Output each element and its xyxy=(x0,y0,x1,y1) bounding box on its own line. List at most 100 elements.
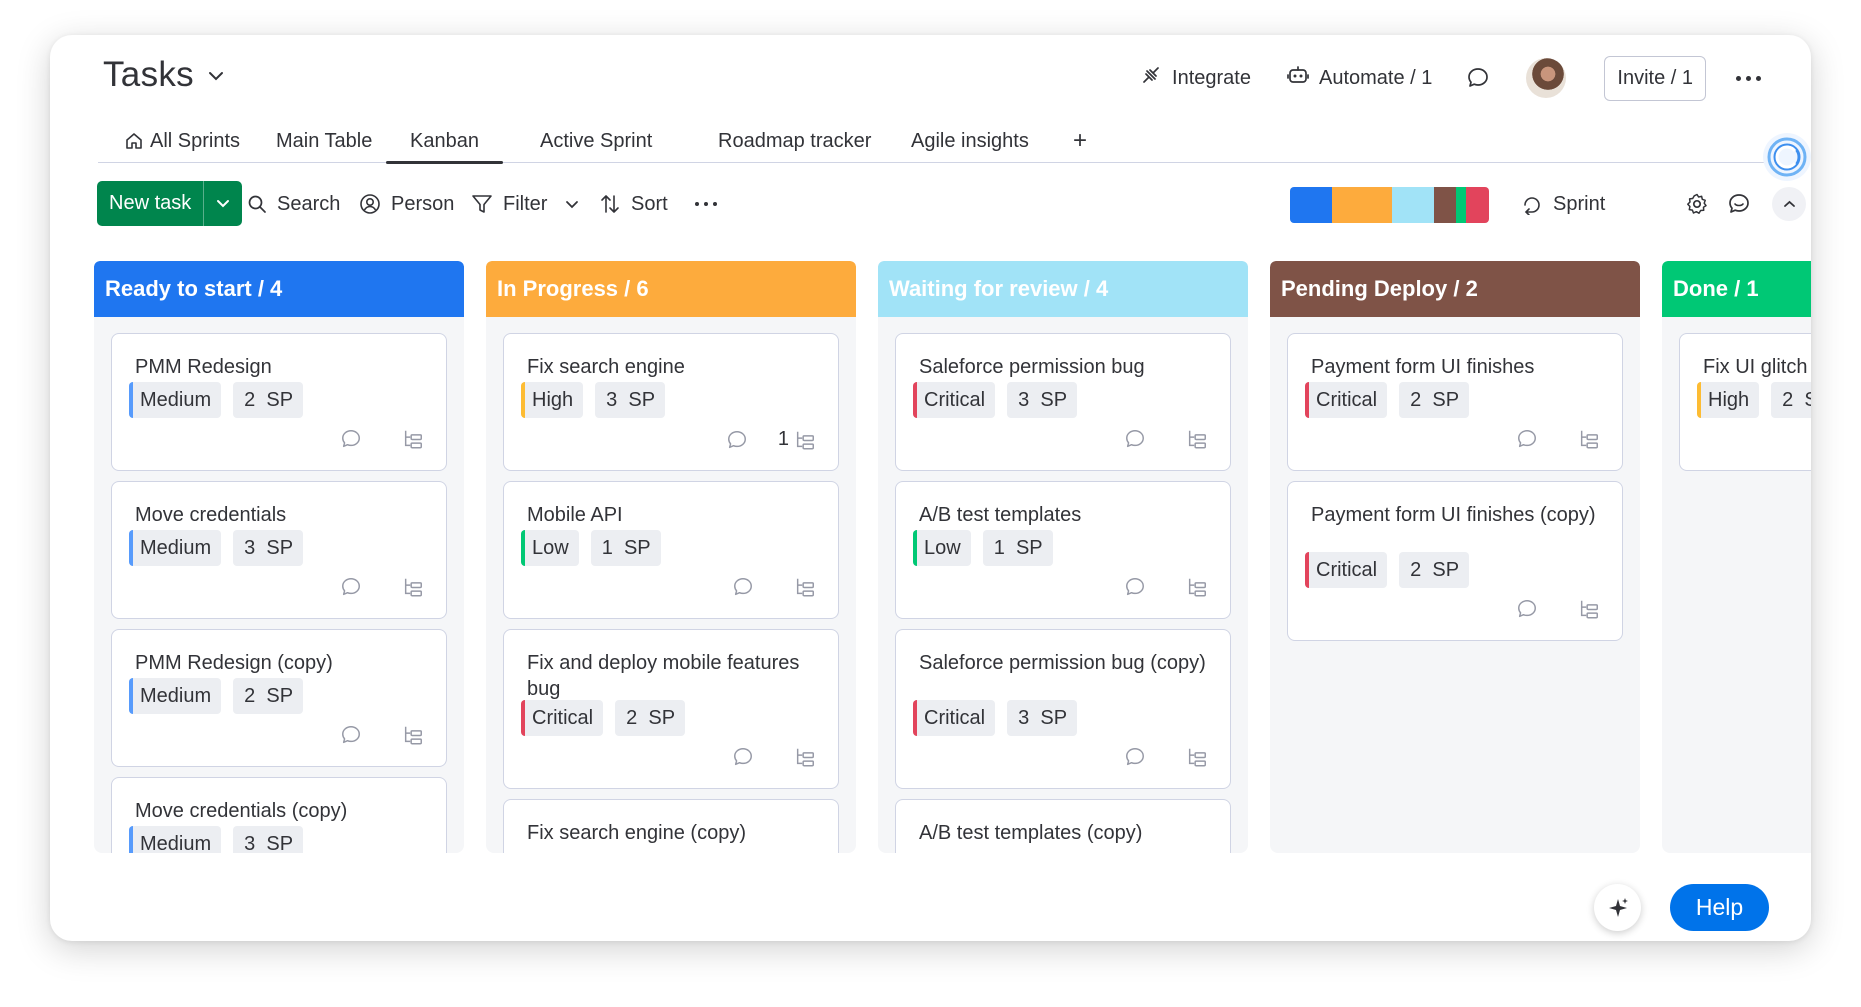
story-points-tag[interactable]: 1 SP xyxy=(982,530,1053,566)
task-card[interactable]: Move credentials Medium 3 SP xyxy=(111,481,447,619)
subitems-icon[interactable] xyxy=(402,428,424,450)
card-title[interactable]: Fix search engine (copy) xyxy=(527,820,822,846)
comment-icon[interactable] xyxy=(1124,746,1146,768)
card-title[interactable]: PMM Redesign xyxy=(135,354,430,380)
task-card[interactable]: PMM Redesign (copy) Medium 2 SP xyxy=(111,629,447,767)
task-card[interactable]: A/B test templates Low 1 SP xyxy=(895,481,1231,619)
chevron-down-icon[interactable] xyxy=(208,68,224,86)
card-title[interactable]: Payment form UI finishes xyxy=(1311,354,1606,380)
story-points-tag[interactable]: 2 SP xyxy=(615,700,686,736)
task-card[interactable]: Payment form UI finishes Critical 2 SP xyxy=(1287,333,1623,471)
column-header[interactable]: Waiting for review / 4 xyxy=(878,261,1248,317)
task-card[interactable]: Move credentials (copy) Medium 3 SP xyxy=(111,777,447,853)
card-title[interactable]: Payment form UI finishes (copy) xyxy=(1311,502,1606,528)
integrate-button[interactable]: Integrate xyxy=(1140,64,1251,92)
task-card[interactable]: Saleforce permission bug Critical 3 SP xyxy=(895,333,1231,471)
new-task-dropdown-button[interactable] xyxy=(204,181,242,226)
task-card[interactable]: Mobile API Low 1 SP xyxy=(503,481,839,619)
priority-tag[interactable]: Medium xyxy=(129,826,222,853)
card-title[interactable]: PMM Redesign (copy) xyxy=(135,650,430,676)
assistant-logo-icon[interactable] xyxy=(1763,133,1811,181)
user-avatar[interactable] xyxy=(1526,58,1567,98)
priority-tag[interactable]: Medium xyxy=(129,530,222,566)
card-title[interactable]: Move credentials (copy) xyxy=(135,798,430,824)
subitems-icon[interactable] xyxy=(1578,428,1600,450)
priority-tag[interactable]: High xyxy=(1697,382,1760,418)
comment-icon[interactable] xyxy=(340,576,362,598)
task-card[interactable]: Fix search engine High 3 SP 1 xyxy=(503,333,839,471)
story-points-tag[interactable]: 2 SP xyxy=(1771,382,1811,418)
tab-roadmap-tracker[interactable]: Roadmap tracker xyxy=(718,113,871,163)
subitems-icon[interactable] xyxy=(794,746,816,768)
task-card[interactable]: PMM Redesign Medium 2 SP xyxy=(111,333,447,471)
card-title[interactable]: A/B test templates (copy) xyxy=(919,820,1214,846)
story-points-tag[interactable]: 3 SP xyxy=(595,382,666,418)
story-points-tag[interactable]: 3 SP xyxy=(233,530,304,566)
column-header[interactable]: Ready to start / 4 xyxy=(94,261,464,317)
comment-icon[interactable] xyxy=(1124,576,1146,598)
story-points-tag[interactable]: 3 SP xyxy=(1007,382,1078,418)
more-toolbar-options-icon[interactable] xyxy=(695,181,717,227)
column-header[interactable]: Done / 1 xyxy=(1662,261,1811,317)
priority-tag[interactable]: Low xyxy=(913,530,971,566)
chevron-down-icon[interactable] xyxy=(565,200,579,209)
column-header[interactable]: Pending Deploy / 2 xyxy=(1270,261,1640,317)
settings-gear-icon[interactable] xyxy=(1685,181,1709,227)
story-points-tag[interactable]: 1 SP xyxy=(590,530,661,566)
subitems-button[interactable]: 1 xyxy=(778,428,816,451)
priority-tag[interactable]: Critical xyxy=(521,700,604,736)
priority-tag[interactable]: Critical xyxy=(1305,382,1388,418)
card-title[interactable]: Fix and deploy mobile features bug xyxy=(527,650,822,702)
priority-tag[interactable]: Critical xyxy=(913,700,996,736)
search-button[interactable]: Search xyxy=(247,181,340,227)
tab-kanban[interactable]: Kanban xyxy=(386,113,503,164)
collapse-toolbar-button[interactable] xyxy=(1772,181,1806,227)
person-filter-button[interactable]: Person xyxy=(359,181,454,227)
feedback-chat-icon[interactable] xyxy=(1727,181,1751,227)
card-title[interactable]: Fix UI glitch xyxy=(1703,354,1811,380)
invite-button[interactable]: Invite / 1 xyxy=(1604,55,1706,101)
task-card[interactable]: Fix UI glitch High 2 SP xyxy=(1679,333,1811,471)
tab-all-sprints[interactable]: All Sprints xyxy=(124,113,240,163)
story-points-tag[interactable]: 2 SP xyxy=(233,382,304,418)
priority-tag[interactable]: Medium xyxy=(129,382,222,418)
tab-agile-insights[interactable]: Agile insights xyxy=(911,113,1029,163)
comment-icon[interactable] xyxy=(1124,428,1146,450)
comment-icon[interactable] xyxy=(726,429,748,451)
task-card[interactable]: Payment form UI finishes (copy) Critical… xyxy=(1287,481,1623,641)
story-points-tag[interactable]: 3 SP xyxy=(233,826,304,853)
task-card[interactable]: Saleforce permission bug (copy) Critical… xyxy=(895,629,1231,789)
story-points-tag[interactable]: 2 SP xyxy=(1399,382,1470,418)
column-header[interactable]: In Progress / 6 xyxy=(486,261,856,317)
filter-button[interactable]: Filter xyxy=(471,181,579,227)
subitems-icon[interactable] xyxy=(1578,598,1600,620)
tab-main-table[interactable]: Main Table xyxy=(276,113,372,163)
subitems-icon[interactable] xyxy=(1186,576,1208,598)
comment-icon[interactable] xyxy=(340,724,362,746)
comment-icon[interactable] xyxy=(732,746,754,768)
card-title[interactable]: Mobile API xyxy=(527,502,822,528)
card-title[interactable]: Saleforce permission bug xyxy=(919,354,1214,380)
board-title-row[interactable]: Tasks xyxy=(103,55,224,95)
board-title[interactable]: Tasks xyxy=(103,55,194,95)
sprint-button[interactable]: Sprint xyxy=(1521,181,1605,227)
comment-icon[interactable] xyxy=(1516,428,1538,450)
subitems-icon[interactable] xyxy=(1186,746,1208,768)
comment-icon[interactable] xyxy=(1516,598,1538,620)
priority-tag[interactable]: Low xyxy=(521,530,579,566)
new-task-button[interactable]: New task xyxy=(97,181,205,226)
sort-button[interactable]: Sort xyxy=(599,181,668,227)
updates-chat-icon[interactable] xyxy=(1466,66,1490,90)
card-title[interactable]: Fix search engine xyxy=(527,354,822,380)
help-button[interactable]: Help xyxy=(1670,884,1769,931)
status-color-summary[interactable] xyxy=(1290,187,1489,223)
priority-tag[interactable]: Medium xyxy=(129,678,222,714)
ai-sparkle-button[interactable] xyxy=(1594,884,1641,931)
subitems-icon[interactable] xyxy=(794,576,816,598)
story-points-tag[interactable]: 2 SP xyxy=(233,678,304,714)
add-view-button[interactable]: + xyxy=(1073,113,1087,163)
story-points-tag[interactable]: 2 SP xyxy=(1399,552,1470,588)
subitems-icon[interactable] xyxy=(1186,428,1208,450)
subitems-icon[interactable] xyxy=(402,724,424,746)
comment-icon[interactable] xyxy=(340,428,362,450)
